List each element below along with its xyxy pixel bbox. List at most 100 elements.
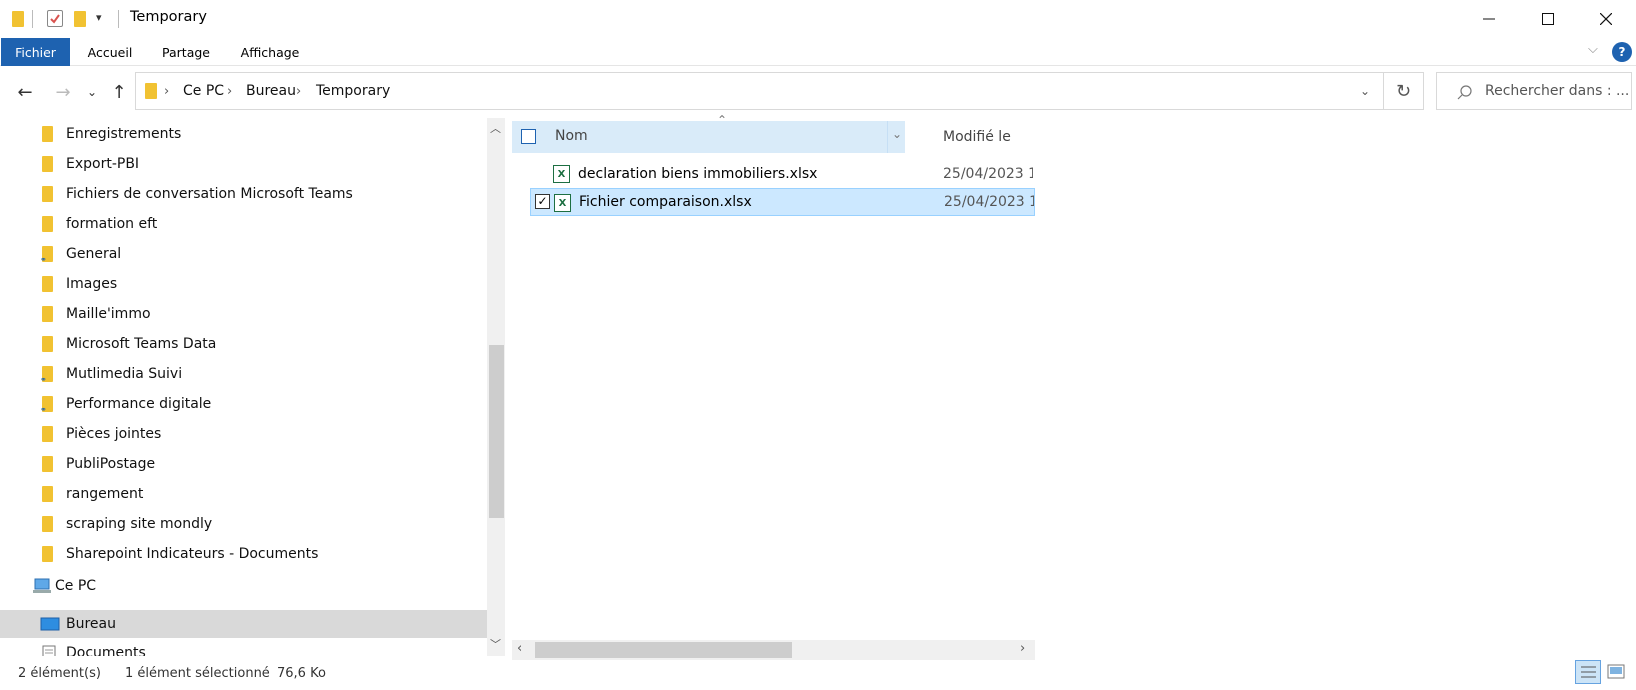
- column-label-nom: Nom: [555, 128, 588, 144]
- quick-access-dropdown-icon[interactable]: ▾: [96, 11, 102, 24]
- chevron-right-icon[interactable]: ›: [164, 73, 169, 109]
- expand-ribbon-icon[interactable]: ⌵: [1588, 42, 1598, 57]
- minimize-button[interactable]: [1461, 0, 1517, 38]
- nav-item[interactable]: Sharepoint Indicateurs - Documents: [0, 540, 487, 568]
- folder-icon: [42, 216, 53, 232]
- tab-accueil[interactable]: Accueil: [74, 38, 146, 66]
- nav-item[interactable]: ⚭ Performance digitale: [0, 390, 487, 418]
- details-view-button[interactable]: [1575, 660, 1601, 684]
- nav-item[interactable]: scraping site mondly: [0, 510, 487, 538]
- nav-item-label: PubliPostage: [66, 456, 156, 472]
- nav-item[interactable]: PubliPostage: [0, 450, 487, 478]
- breadcrumb-bureau[interactable]: Bureau: [246, 73, 296, 109]
- nav-item[interactable]: ⚭ General: [0, 240, 487, 268]
- thumbnail-view-icon: [1607, 664, 1625, 679]
- nav-item-ce-pc[interactable]: Ce PC: [0, 572, 487, 600]
- refresh-icon: ↻: [1395, 80, 1412, 102]
- nav-item[interactable]: Pièces jointes: [0, 420, 487, 448]
- scroll-down-icon[interactable]: ﹀: [490, 636, 501, 652]
- folder-icon: [42, 336, 53, 352]
- divider: [118, 10, 119, 28]
- nav-item[interactable]: Fichiers de conversation Microsoft Teams: [0, 180, 487, 208]
- back-button[interactable]: ←: [12, 80, 38, 104]
- scroll-right-icon[interactable]: ›: [1020, 641, 1025, 656]
- new-folder-icon[interactable]: [74, 11, 86, 27]
- chevron-down-icon: ⌄: [86, 85, 98, 99]
- breadcrumb-temporary[interactable]: Temporary: [316, 73, 390, 109]
- breadcrumb-ce-pc[interactable]: Ce PC: [183, 73, 224, 109]
- nav-item[interactable]: Images: [0, 270, 487, 298]
- scroll-up-icon[interactable]: ︿: [490, 120, 501, 136]
- file-row[interactable]: Xdeclaration biens immobiliers.xlsx 25/04…: [530, 160, 1035, 188]
- window-title: Temporary: [130, 9, 207, 25]
- nav-item[interactable]: rangement: [0, 480, 487, 508]
- files-scrollbar-thumb[interactable]: [535, 642, 792, 658]
- column-header-nom[interactable]: Nom ⌃ ⌄: [512, 113, 905, 153]
- address-bar[interactable]: › Ce PC › Bureau › Temporary ⌄: [135, 72, 1384, 110]
- nav-item[interactable]: Enregistrements: [0, 120, 487, 148]
- chevron-right-icon[interactable]: ›: [296, 73, 301, 109]
- navigation-pane: Enregistrements Export-PBI Fichiers de con…: [0, 118, 487, 656]
- folder-icon: [42, 516, 53, 532]
- nav-item[interactable]: Microsoft Teams Data: [0, 330, 487, 358]
- search-icon: [1457, 85, 1472, 100]
- close-icon: [1600, 13, 1612, 25]
- shared-folder-icon: ⚭: [40, 396, 53, 414]
- scroll-left-icon[interactable]: ‹: [517, 641, 522, 656]
- nav-item-label: rangement: [66, 486, 144, 502]
- nav-item-label: Maille'immo: [66, 306, 151, 322]
- nav-item-documents[interactable]: Documents: [0, 639, 487, 656]
- nav-item-label: Export-PBI: [66, 156, 140, 172]
- folder-icon: [42, 276, 53, 292]
- properties-icon[interactable]: [47, 10, 63, 27]
- refresh-button[interactable]: ↻: [1384, 72, 1424, 110]
- nav-scrollbar-thumb[interactable]: [489, 345, 504, 518]
- folder-icon: [145, 83, 157, 99]
- nav-item-label: Mutlimedia Suivi: [66, 366, 183, 382]
- nav-item-label: Microsoft Teams Data: [66, 336, 217, 352]
- column-filter-icon[interactable]: ⌄: [892, 127, 902, 141]
- status-size: 76,6 Ko: [277, 666, 326, 681]
- minimize-icon: [1483, 18, 1495, 20]
- forward-button[interactable]: →: [50, 80, 76, 104]
- folder-icon: [42, 546, 53, 562]
- ribbon: Fichier Accueil Partage Affichage ⌵ ?: [0, 38, 1636, 66]
- search-placeholder: Rechercher dans : ...: [1485, 83, 1630, 99]
- close-button[interactable]: [1578, 0, 1634, 38]
- file-date: 25/04/2023 15: [944, 194, 1034, 210]
- nav-item[interactable]: Export-PBI: [0, 150, 487, 178]
- status-bar: 2 élément(s) 1 élément sélectionné 76,6 …: [0, 660, 1636, 690]
- large-icons-view-button[interactable]: [1606, 663, 1626, 681]
- row-checkbox[interactable]: ✓: [535, 194, 550, 209]
- shared-folder-icon: ⚭: [40, 246, 53, 264]
- folder-icon: [42, 126, 53, 142]
- search-box[interactable]: Rechercher dans : ...: [1436, 72, 1632, 110]
- up-button[interactable]: ↑: [106, 80, 132, 104]
- nav-item-label: Fichiers de conversation Microsoft Teams: [66, 186, 353, 202]
- nav-item-label: Performance digitale: [66, 396, 212, 412]
- arrow-right-icon: →: [55, 81, 71, 103]
- tab-fichier[interactable]: Fichier: [1, 38, 70, 66]
- recent-locations-button[interactable]: ⌄: [82, 80, 102, 104]
- maximize-icon: [1542, 13, 1554, 25]
- nav-item[interactable]: formation eft: [0, 210, 487, 238]
- folder-icon: [42, 486, 53, 502]
- file-row[interactable]: ✓ X Fichier comparaison.xlsx 25/04/2023 15: [530, 188, 1035, 216]
- nav-item[interactable]: Maille'immo: [0, 300, 487, 328]
- select-all-checkbox[interactable]: [521, 129, 536, 144]
- nav-item-label: formation eft: [66, 216, 158, 232]
- tab-affichage[interactable]: Affichage: [228, 38, 312, 66]
- chevron-right-icon[interactable]: ›: [227, 73, 232, 109]
- shared-folder-icon: ⚭: [40, 366, 53, 384]
- help-button[interactable]: ?: [1612, 42, 1632, 62]
- nav-item-label: Pièces jointes: [66, 426, 162, 442]
- folder-icon: [42, 426, 53, 442]
- tab-partage[interactable]: Partage: [150, 38, 222, 66]
- maximize-button[interactable]: [1520, 0, 1576, 38]
- nav-item-bureau[interactable]: Bureau: [0, 610, 487, 638]
- address-dropdown-icon[interactable]: ⌄: [1360, 73, 1370, 109]
- nav-item[interactable]: ⚭ Mutlimedia Suivi: [0, 360, 487, 388]
- column-header-modifie[interactable]: Modifié le: [943, 129, 1011, 145]
- folder-icon: [12, 11, 24, 27]
- status-item-count: 2 élément(s): [18, 666, 101, 681]
